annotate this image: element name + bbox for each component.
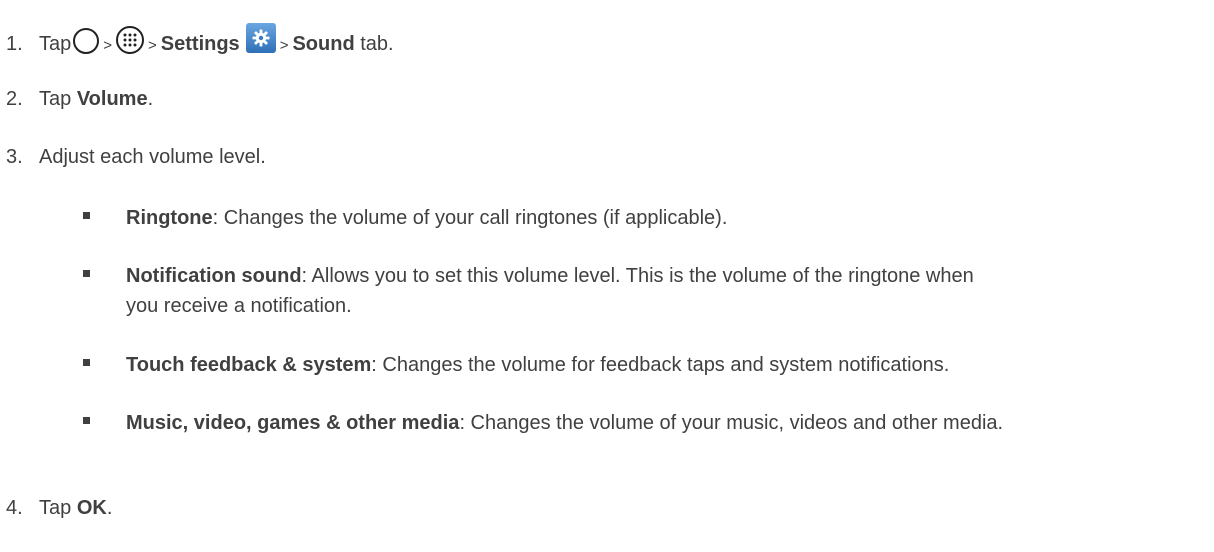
- separator: >: [148, 37, 157, 54]
- ok-label: OK: [76, 497, 107, 519]
- sound-label: Sound: [292, 33, 355, 55]
- bullet-icon: [83, 212, 90, 219]
- home-icon: [73, 28, 100, 54]
- bullet-icon: [83, 270, 90, 277]
- item-title: Ringtone: [126, 207, 213, 229]
- separator: >: [279, 37, 289, 54]
- step-text: Adjust each volume level.: [39, 146, 266, 168]
- item-title: Music, video, games & other media: [126, 412, 460, 434]
- list-item: Ringtone: Changes the volume of your cal…: [83, 203, 1203, 233]
- apps-icon: [116, 26, 145, 54]
- step-3: 3. Adjust each volume level.: [6, 146, 266, 169]
- step-number: 2.: [6, 88, 23, 110]
- step-1: 1. Tap > > Settings > Sound tab.: [6, 20, 394, 56]
- settings-label: Settings: [160, 33, 240, 55]
- step-text-tail: tab.: [354, 33, 394, 55]
- item-title: Notification sound: [126, 265, 302, 287]
- step-text: Tap: [39, 33, 72, 55]
- list-item: Notification sound: Allows you to set th…: [83, 261, 1203, 321]
- step-number: 1.: [6, 33, 23, 55]
- step-text: Tap: [39, 88, 77, 110]
- step-2: 2. Tap Volume .: [6, 88, 153, 111]
- step-number: 4.: [6, 497, 23, 519]
- step-4: 4. Tap OK .: [6, 497, 112, 520]
- step-number: 3.: [6, 146, 23, 168]
- step-text: Tap: [39, 497, 77, 519]
- item-description: : Changes the volume of your music, vide…: [459, 412, 1004, 434]
- item-description: : Changes the volume of your call ringto…: [212, 207, 728, 229]
- bullet-icon: [83, 417, 90, 424]
- item-title: Touch feedback & system: [126, 354, 372, 376]
- bullet-icon: [83, 359, 90, 366]
- separator: >: [103, 37, 113, 54]
- settings-icon: [245, 23, 276, 53]
- list-item: Music, video, games & other media: Chang…: [83, 408, 1203, 438]
- volume-label: Volume: [76, 88, 148, 110]
- step-text-tail: .: [147, 88, 154, 110]
- list-item: Touch feedback & system: Changes the vol…: [83, 350, 1203, 380]
- item-description: : Changes the volume for feedback taps a…: [371, 354, 950, 376]
- step-text-tail: .: [106, 497, 113, 519]
